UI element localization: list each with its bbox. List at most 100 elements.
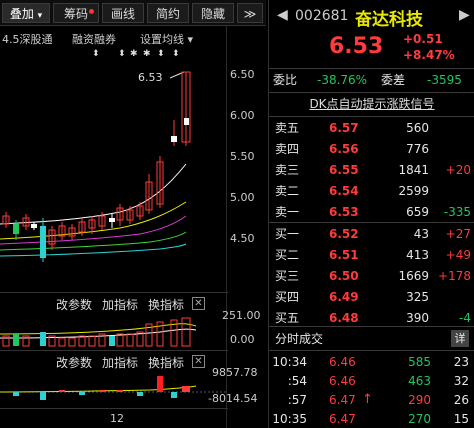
- draw-line-label: 画线: [110, 7, 135, 21]
- double-chevron-right-icon: ≫: [243, 7, 257, 21]
- buy-order-row[interactable]: 买三 6.50 1669 +178: [269, 266, 474, 286]
- buy-order-row[interactable]: 买五 6.48 390 -4: [269, 308, 474, 328]
- tick-count: 15: [453, 412, 469, 426]
- order-level-label: 买四: [275, 290, 300, 304]
- price-tick-600: 6.00: [230, 109, 255, 122]
- quote-panel: ◀ 002681 奋达科技 ▶ 6.53 +0.51 +8.47% 委比 -38…: [268, 0, 474, 428]
- sell-order-row[interactable]: 卖二 6.54 2599: [269, 181, 474, 201]
- volume-edit-params-button[interactable]: 改参数: [56, 296, 92, 313]
- candle-series: [2, 71, 191, 262]
- weibi-label: 委比: [273, 73, 298, 87]
- chips-button[interactable]: 筹码: [53, 3, 99, 23]
- order-delta: -4: [459, 311, 471, 325]
- tick-row: 10:35 6.47 270 15: [269, 409, 474, 428]
- weicha-label: 委差: [381, 73, 406, 87]
- sell-order-row[interactable]: 卖四 6.56 776: [269, 139, 474, 159]
- tick-count: 32: [453, 374, 469, 388]
- indicator-edit-params-button[interactable]: 改参数: [56, 354, 92, 371]
- sell-order-row[interactable]: 卖五 6.57 560: [269, 118, 474, 138]
- order-volume: 390: [406, 311, 429, 325]
- stock-code: 002681: [295, 8, 349, 24]
- notification-dot-icon: [89, 9, 94, 14]
- order-volume: 1669: [398, 269, 429, 283]
- order-volume: 1841: [398, 163, 429, 177]
- buy-order-row[interactable]: 买四 6.49 325: [269, 287, 474, 307]
- price-tick-650: 6.50: [230, 68, 255, 81]
- signal-marker-icon: ⬍: [157, 49, 165, 59]
- order-price: 6.52: [329, 227, 359, 241]
- next-stock-icon[interactable]: ▶: [459, 7, 470, 23]
- tick-row: 10:34 6.46 585 23: [269, 352, 474, 372]
- tick-time: :54: [287, 374, 307, 388]
- candlestick-chart[interactable]: ⬍ ⬍ ✱ ✱ ⬍ ⬍ 6.53: [0, 44, 228, 266]
- sell-order-row[interactable]: 卖一 6.53 659 -335: [269, 202, 474, 222]
- hide-label: 隐藏: [200, 7, 225, 21]
- indicator-add-indicator-button[interactable]: 加指标: [102, 354, 138, 371]
- tick-volume: 585: [408, 355, 431, 369]
- tick-price: 6.46: [329, 374, 356, 388]
- order-price: 6.48: [329, 311, 359, 325]
- expand-more-button[interactable]: ≫: [237, 3, 263, 23]
- overlay-button[interactable]: 叠加 ▾: [2, 3, 50, 23]
- price-change: +0.51: [403, 32, 443, 46]
- volume-axis-min: 0.00: [230, 333, 255, 346]
- order-price: 6.56: [329, 142, 359, 156]
- buy-order-row[interactable]: 买二 6.51 413 +49: [269, 245, 474, 265]
- prev-stock-icon[interactable]: ◀: [277, 7, 288, 23]
- sell-order-row[interactable]: 卖三 6.55 1841 +20: [269, 160, 474, 180]
- order-delta: +27: [445, 227, 471, 241]
- order-volume: 659: [406, 205, 429, 219]
- order-volume: 325: [406, 290, 429, 304]
- order-delta: +20: [445, 163, 471, 177]
- high-price-annotation: 6.53: [138, 71, 163, 84]
- order-level-label: 卖三: [275, 163, 300, 177]
- star-marker-icon: ✱: [130, 49, 138, 59]
- order-price: 6.49: [329, 290, 359, 304]
- order-volume: 413: [406, 248, 429, 262]
- ticks-detail-button[interactable]: 详: [451, 330, 469, 347]
- order-price: 6.54: [329, 184, 359, 198]
- volume-switch-indicator-button[interactable]: 换指标: [148, 296, 184, 313]
- tick-count: 23: [453, 355, 469, 369]
- order-level-label: 卖一: [275, 205, 300, 219]
- indicator-switch-indicator-button[interactable]: 换指标: [148, 354, 184, 371]
- date-axis-label: 12: [110, 412, 124, 425]
- indicator-close-icon[interactable]: ✕: [192, 355, 205, 368]
- star-marker-icon: ✱: [143, 49, 151, 59]
- tick-time: 10:34: [272, 355, 307, 369]
- tick-volume: 270: [408, 412, 431, 426]
- hide-button[interactable]: 隐藏: [192, 3, 234, 23]
- buy-order-row[interactable]: 买一 6.52 43 +27: [269, 224, 474, 244]
- indicator-chart[interactable]: [0, 370, 228, 406]
- order-price: 6.51: [329, 248, 359, 262]
- weibi-value: -38.76%: [317, 73, 368, 87]
- draw-line-button[interactable]: 画线: [102, 3, 144, 23]
- order-price: 6.53: [329, 205, 359, 219]
- current-price: 6.53: [329, 34, 384, 59]
- tick-count: 26: [453, 393, 469, 407]
- price-tick-500: 5.00: [230, 191, 255, 204]
- volume-add-indicator-button[interactable]: 加指标: [102, 296, 138, 313]
- order-delta: +49: [445, 248, 471, 262]
- volume-chart[interactable]: [0, 312, 228, 348]
- order-price: 6.50: [329, 269, 359, 283]
- chevron-down-icon: ▾: [37, 11, 43, 21]
- order-level-label: 卖二: [275, 184, 300, 198]
- order-price: 6.57: [329, 121, 359, 135]
- simple-mode-label: 简约: [155, 7, 180, 21]
- tick-price: 6.47: [329, 393, 356, 407]
- order-volume: 2599: [398, 184, 429, 198]
- tick-price: 6.46: [329, 355, 356, 369]
- chart-toolbar: 叠加 ▾ 筹码 画线 简约 隐藏 ≫: [0, 0, 266, 26]
- order-delta: +178: [438, 269, 471, 283]
- simple-mode-button[interactable]: 简约: [147, 3, 189, 23]
- indicator-bars: [13, 376, 190, 400]
- ticks-title: 分时成交: [275, 332, 324, 346]
- order-delta: -335: [443, 205, 471, 219]
- volume-close-icon[interactable]: ✕: [192, 297, 205, 310]
- signal-marker-icon: ⬍: [172, 49, 180, 59]
- up-arrow-icon: ↑: [362, 392, 373, 407]
- signal-banner-link[interactable]: DK点自动提示涨跌信号: [269, 94, 474, 114]
- stock-name: 奋达科技: [355, 10, 423, 30]
- order-ratio-row: 委比 -38.76% 委差 -3595: [269, 70, 474, 90]
